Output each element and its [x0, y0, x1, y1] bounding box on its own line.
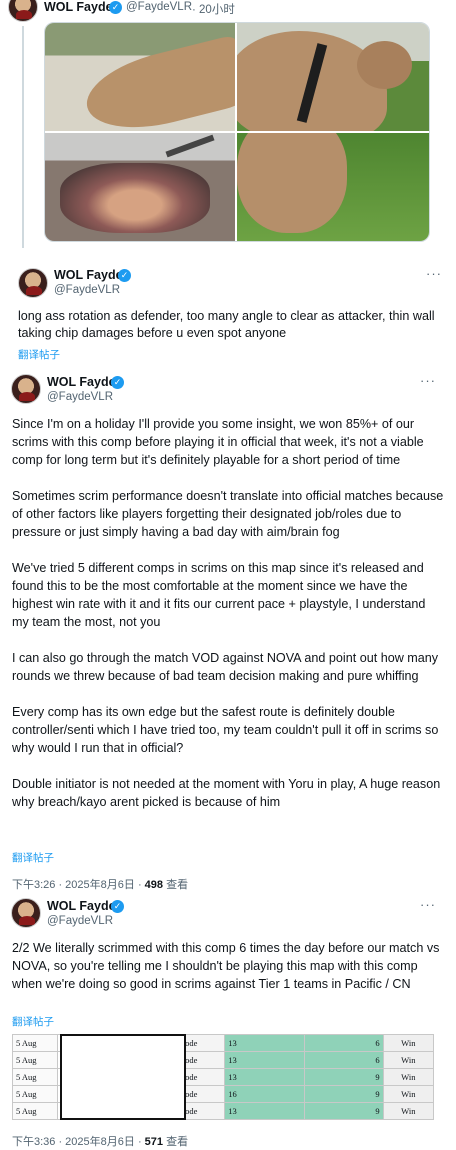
cell-score: 13	[224, 1068, 305, 1086]
verified-badge-icon: ✓	[109, 1, 122, 14]
cell-score: 9	[303, 1068, 384, 1086]
author-name[interactable]: WOL Fayde	[47, 899, 116, 913]
verified-badge-icon: ✓	[111, 376, 124, 389]
cell-score: 9	[303, 1102, 384, 1120]
paragraph-6: Double initiator is not needed at the mo…	[12, 777, 441, 809]
verified-badge-icon: ✓	[111, 900, 124, 913]
view-count: 498	[144, 879, 164, 891]
cell-date: 5 Aug	[12, 1034, 58, 1052]
media-image-2[interactable]	[237, 23, 429, 131]
avatar[interactable]	[11, 374, 41, 404]
more-options-icon[interactable]: ···	[420, 373, 436, 388]
author-handle[interactable]: @FaydeVLR	[47, 915, 113, 927]
post-timestamp[interactable]: 下午3:26 · 2025年8月6日 ·	[12, 879, 145, 891]
translate-post-link[interactable]: 翻译帖子	[18, 347, 60, 362]
media-image-3[interactable]	[45, 133, 235, 241]
cell-date: 5 Aug	[12, 1102, 58, 1120]
scrim-results-image[interactable]: 5 Aug Corrode 13 6 Win 5 Aug Corrode 13 …	[12, 1034, 434, 1120]
cell-result: Win	[382, 1034, 434, 1052]
cell-date: 5 Aug	[12, 1068, 58, 1086]
cell-score: 13	[224, 1034, 305, 1052]
tweet-text: Since I'm on a holiday I'll provide you …	[12, 415, 444, 811]
tweet-3[interactable]: WOL Fayde ✓ @FaydeVLR ··· Since I'm on a…	[0, 370, 456, 892]
author-handle[interactable]: @FaydeVLR	[126, 1, 192, 13]
paragraph-1: Since I'm on a holiday I'll provide you …	[12, 417, 424, 467]
cell-result: Win	[382, 1068, 434, 1086]
media-image-4[interactable]	[237, 133, 429, 241]
cell-result: Win	[382, 1085, 434, 1103]
tweet-text: 2/2 We literally scrimmed with this comp…	[12, 941, 440, 991]
more-options-icon[interactable]: ···	[426, 266, 442, 281]
post-meta: 下午3:26 · 2025年8月6日 · 498 查看	[12, 876, 188, 892]
avatar[interactable]	[18, 268, 48, 298]
media-grid[interactable]	[44, 22, 430, 242]
media-image-1[interactable]	[45, 23, 235, 131]
verified-badge-icon: ✓	[118, 269, 131, 282]
cell-result: Win	[382, 1051, 434, 1069]
cell-date: 5 Aug	[12, 1085, 58, 1103]
cell-score: 6	[303, 1034, 384, 1052]
redaction-box	[60, 1034, 186, 1120]
author-handle[interactable]: @FaydeVLR	[54, 284, 120, 296]
paragraph-2: Sometimes scrim performance doesn't tran…	[12, 489, 444, 539]
thread-line	[22, 26, 24, 248]
tweet-1[interactable]: WOL Fayde ✓ @FaydeVLR · 20小时	[0, 0, 456, 250]
translate-post-link[interactable]: 翻译帖子	[12, 850, 54, 865]
author-name[interactable]: WOL Fayde	[47, 375, 116, 389]
cell-score: 16	[224, 1085, 305, 1103]
paragraph-3: We've tried 5 different comps in scrims …	[12, 561, 426, 629]
post-meta: 下午3:36 · 2025年8月6日 · 571 查看	[12, 1133, 188, 1149]
avatar[interactable]	[11, 898, 41, 928]
tweet-2[interactable]: WOL Fayde ✓ @FaydeVLR ··· long ass rotat…	[0, 262, 456, 362]
translate-post-link[interactable]: 翻译帖子	[12, 1014, 54, 1029]
tweet-text: long ass rotation as defender, too many …	[18, 309, 435, 340]
view-count: 571	[144, 1136, 164, 1148]
cell-score: 13	[224, 1051, 305, 1069]
post-timestamp[interactable]: 下午3:36 · 2025年8月6日 ·	[12, 1136, 145, 1148]
view-label: 查看	[163, 879, 189, 891]
avatar[interactable]	[8, 0, 38, 22]
cell-date: 5 Aug	[12, 1051, 58, 1069]
paragraph-4: I can also go through the match VOD agai…	[12, 651, 439, 683]
cell-result: Win	[382, 1102, 434, 1120]
post-time[interactable]: · 20小时	[192, 1, 235, 17]
more-options-icon[interactable]: ···	[420, 897, 436, 912]
cell-score: 9	[303, 1085, 384, 1103]
view-label: 查看	[163, 1136, 189, 1148]
cell-score: 13	[224, 1102, 305, 1120]
cell-score: 6	[303, 1051, 384, 1069]
paragraph-5: Every comp has its own edge but the safe…	[12, 705, 439, 755]
author-name[interactable]: WOL Fayde	[44, 0, 113, 14]
author-handle[interactable]: @FaydeVLR	[47, 391, 113, 403]
author-name[interactable]: WOL Fayde	[54, 268, 123, 282]
